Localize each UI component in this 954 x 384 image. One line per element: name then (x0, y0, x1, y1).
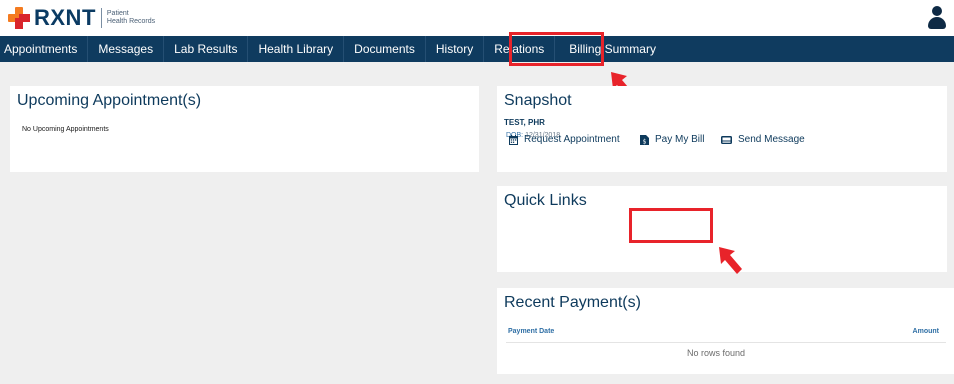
upcoming-appointments-title: Upcoming Appointment(s) (17, 92, 202, 109)
nav-documents[interactable]: Documents (344, 36, 426, 62)
table-header-divider (506, 342, 946, 343)
envelope-icon (721, 135, 732, 144)
patient-name: TEST, PHR (504, 118, 545, 127)
recent-payments-card: Recent Payment(s) Payment Date Amount No… (497, 288, 954, 374)
no-appointments-text: No Upcoming Appointments (22, 126, 109, 133)
nav-health-library[interactable]: Health Library (248, 36, 345, 62)
brand-name: RXNT (34, 5, 96, 30)
top-header: RXNT Patient Health Records (0, 0, 954, 36)
medical-cross-icon (8, 7, 30, 29)
logo-divider (100, 8, 102, 28)
main-navigation: Appointments Messages Lab Results Health… (0, 36, 954, 62)
request-appointment-link[interactable]: Request Appointment (509, 134, 620, 145)
no-rows-text: No rows found (686, 348, 746, 358)
quick-links-title: Quick Links (504, 192, 587, 209)
column-header-payment-date[interactable]: Payment Date (508, 328, 554, 335)
nav-appointments[interactable]: Appointments (0, 36, 89, 62)
column-header-amount[interactable]: Amount (913, 328, 939, 335)
nav-history[interactable]: History (426, 36, 485, 62)
rxnt-logo[interactable]: RXNT Patient Health Records (8, 5, 156, 30)
snapshot-title: Snapshot (504, 92, 572, 109)
recent-payments-title: Recent Payment(s) (504, 294, 641, 311)
calendar-icon (509, 134, 518, 145)
request-appointment-label: Request Appointment (524, 134, 620, 145)
pay-my-bill-label: Pay My Bill (655, 134, 705, 145)
snapshot-card: Snapshot TEST, PHR DOB: 12/31/2018 (497, 86, 947, 172)
send-message-label: Send Message (738, 134, 805, 145)
svg-text:$: $ (643, 138, 647, 145)
upcoming-appointments-card: Upcoming Appointment(s) No Upcoming Appo… (10, 86, 479, 172)
invoice-icon: $ (640, 134, 649, 145)
send-message-link[interactable]: Send Message (721, 134, 805, 145)
pointer-arrow-icon (719, 247, 742, 274)
pay-my-bill-highlight (629, 208, 713, 243)
nav-lab-results[interactable]: Lab Results (164, 36, 249, 62)
brand-subtitle: Patient Health Records (106, 10, 156, 25)
nav-messages[interactable]: Messages (88, 36, 165, 62)
billing-summary-highlight (509, 32, 604, 66)
pay-my-bill-link[interactable]: $ Pay My Bill (640, 134, 704, 145)
user-profile-icon[interactable] (928, 6, 946, 30)
